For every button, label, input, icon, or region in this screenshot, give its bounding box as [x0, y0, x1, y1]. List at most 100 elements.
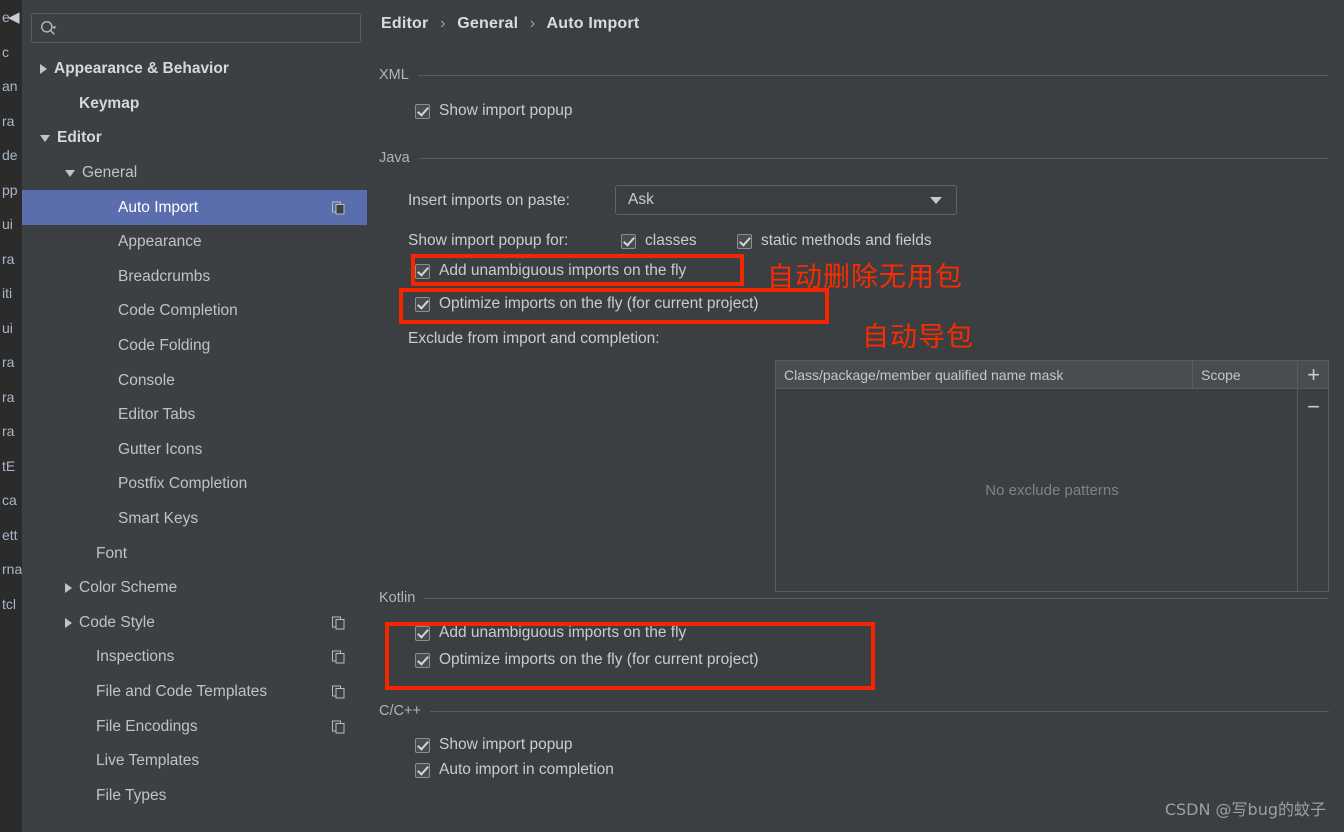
chevron-right-icon[interactable] [40, 64, 47, 75]
sidebar-item-label: Font [96, 544, 128, 562]
sidebar-item-appearance-behavior[interactable]: Appearance & Behavior [22, 52, 367, 87]
sidebar-item-general[interactable]: General [22, 156, 367, 191]
collapse-panel-icon[interactable]: ◀ [8, 10, 20, 25]
sidebar-item-postfix-completion[interactable]: Postfix Completion [22, 467, 367, 502]
sidebar-item-keymap[interactable]: Keymap [22, 87, 367, 122]
copy-settings-icon[interactable] [332, 650, 345, 664]
background-code-line: tE [2, 457, 16, 474]
settings-sidebar: Appearance & Behavior Keymap Editor General… [22, 0, 386, 832]
annotation-note-delete-unused: 自动删除无用包 [767, 262, 963, 293]
breadcrumb: Editor › General › Auto Import [381, 15, 639, 33]
checkbox-box-icon[interactable] [415, 625, 430, 641]
checkbox-java-popup-classes[interactable]: classes [621, 232, 697, 250]
table-column-header-mask[interactable]: Class/package/member qualified name mask [776, 361, 1193, 388]
sidebar-item-editor-tabs[interactable]: Editor Tabs [22, 398, 367, 433]
sidebar-item-inspections[interactable]: Inspections [22, 640, 367, 675]
background-code-line: rna [2, 561, 22, 577]
sidebar-search[interactable] [31, 13, 361, 43]
exclude-patterns-table[interactable]: Class/package/member qualified name mask… [775, 360, 1329, 592]
section-label-ccpp: C/C++ [379, 703, 421, 719]
sidebar-item-breadcrumbs[interactable]: Breadcrumbs [22, 260, 367, 295]
checkbox-label: Add unambiguous imports on the fly [439, 624, 687, 641]
sidebar-item-label: Console [118, 371, 175, 389]
checkbox-label: Optimize imports on the fly (for current… [439, 295, 759, 312]
background-code-line: ca [2, 492, 17, 508]
table-body: No exclude patterns [776, 389, 1328, 591]
search-input[interactable] [64, 14, 354, 42]
checkbox-java-popup-static-methods[interactable]: static methods and fields [737, 232, 932, 250]
background-code-line: ra [2, 423, 15, 439]
table-button-column: + − [1297, 360, 1329, 592]
sidebar-item-live-templates[interactable]: Live Templates [22, 744, 367, 779]
sidebar-item-label: Code Completion [118, 302, 238, 320]
sidebar-item-label: Live Templates [96, 752, 200, 770]
copy-settings-icon[interactable] [332, 201, 345, 215]
sidebar-item-file-encodings[interactable]: File Encodings [22, 709, 367, 744]
checkbox-box-icon[interactable] [415, 737, 430, 753]
background-code-line: c [2, 43, 9, 60]
background-code-line: ra [2, 354, 15, 370]
sidebar-item-label: General [82, 164, 138, 182]
screenshot-root: e c an ra de pp ui ra iti ui ra ra ra tE ca ett rna tcl ◀… [0, 0, 1344, 832]
add-pattern-button[interactable]: + [1298, 360, 1329, 390]
chevron-right-icon[interactable] [65, 617, 72, 628]
settings-tree[interactable]: Appearance & Behavior Keymap Editor General… [22, 52, 367, 832]
background-code-line: ett [2, 526, 18, 543]
sidebar-item-color-scheme[interactable]: Color Scheme [22, 571, 367, 606]
checkbox-box-icon[interactable] [415, 296, 430, 312]
checkbox-box-icon[interactable] [415, 652, 430, 668]
section-header-ccpp: C/C++ [379, 703, 1329, 719]
checkbox-box-icon[interactable] [621, 233, 636, 249]
checkbox-xml-show-import-popup[interactable]: Show import popup [415, 102, 573, 120]
insert-imports-dropdown[interactable]: Ask [615, 185, 957, 215]
breadcrumb-general[interactable]: General [457, 15, 518, 32]
checkbox-kotlin-add-unambiguous-imports[interactable]: Add unambiguous imports on the fly [415, 624, 686, 642]
sidebar-item-file-types[interactable]: File Types [22, 778, 367, 813]
checkbox-label: Show import popup [439, 736, 573, 753]
checkbox-box-icon[interactable] [415, 263, 430, 279]
remove-pattern-button[interactable]: − [1298, 392, 1329, 422]
checkbox-box-icon[interactable] [415, 762, 430, 778]
copy-settings-icon[interactable] [332, 616, 345, 630]
sidebar-item-label: Code Style [79, 613, 155, 631]
label-insert-imports-on-paste: Insert imports on paste: [408, 192, 570, 209]
background-editor-strip: e c an ra de pp ui ra iti ui ra ra ra tE ca ett rna tcl [0, 0, 22, 832]
background-code-line: ui [2, 319, 13, 336]
chevron-right-icon[interactable] [65, 583, 72, 594]
checkbox-box-icon[interactable] [415, 103, 430, 119]
sidebar-item-code-completion[interactable]: Code Completion [22, 294, 367, 329]
checkbox-java-add-unambiguous-imports[interactable]: Add unambiguous imports on the fly [415, 262, 686, 280]
annotation-note-auto-import: 自动导包 [862, 322, 974, 353]
sidebar-item-file-and-code-templates[interactable]: File and Code Templates [22, 675, 367, 710]
sidebar-item-code-style[interactable]: Code Style [22, 606, 367, 641]
sidebar-item-smart-keys[interactable]: Smart Keys [22, 502, 367, 537]
checkbox-kotlin-optimize-imports[interactable]: Optimize imports on the fly (for current… [415, 651, 759, 669]
breadcrumb-editor[interactable]: Editor [381, 15, 428, 32]
sidebar-item-gutter-icons[interactable]: Gutter Icons [22, 433, 367, 468]
sidebar-item-console[interactable]: Console [22, 363, 367, 398]
sidebar-item-appearance[interactable]: Appearance [22, 225, 367, 260]
settings-content: Editor › General › Auto Import XML Show … [367, 0, 1344, 832]
checkbox-ccpp-auto-import-completion[interactable]: Auto import in completion [415, 761, 614, 779]
background-code-line: ra [2, 112, 15, 129]
chevron-down-icon[interactable] [40, 134, 50, 142]
checkbox-java-optimize-imports[interactable]: Optimize imports on the fly (for current… [415, 295, 759, 313]
sidebar-item-code-folding[interactable]: Code Folding [22, 329, 367, 364]
table-header-row: Class/package/member qualified name mask… [776, 361, 1328, 389]
sidebar-item-editor[interactable]: Editor [22, 121, 367, 156]
sidebar-item-label: Code Folding [118, 337, 211, 355]
chevron-down-icon[interactable] [930, 197, 942, 204]
sidebar-item-auto-import[interactable]: Auto Import [22, 190, 367, 225]
copy-settings-icon[interactable] [332, 685, 345, 699]
sidebar-item-label: Editor Tabs [118, 406, 196, 424]
background-code-line: iti [2, 285, 13, 301]
sidebar-item-font[interactable]: Font [22, 536, 367, 571]
section-label-java: Java [379, 150, 410, 166]
search-icon [41, 21, 57, 35]
checkbox-box-icon[interactable] [737, 233, 752, 249]
copy-settings-icon[interactable] [332, 720, 345, 734]
chevron-down-icon[interactable] [65, 169, 75, 177]
sidebar-item-label: Postfix Completion [118, 475, 248, 493]
checkbox-ccpp-show-import-popup[interactable]: Show import popup [415, 736, 573, 754]
sidebar-item-label: Inspections [96, 648, 175, 666]
